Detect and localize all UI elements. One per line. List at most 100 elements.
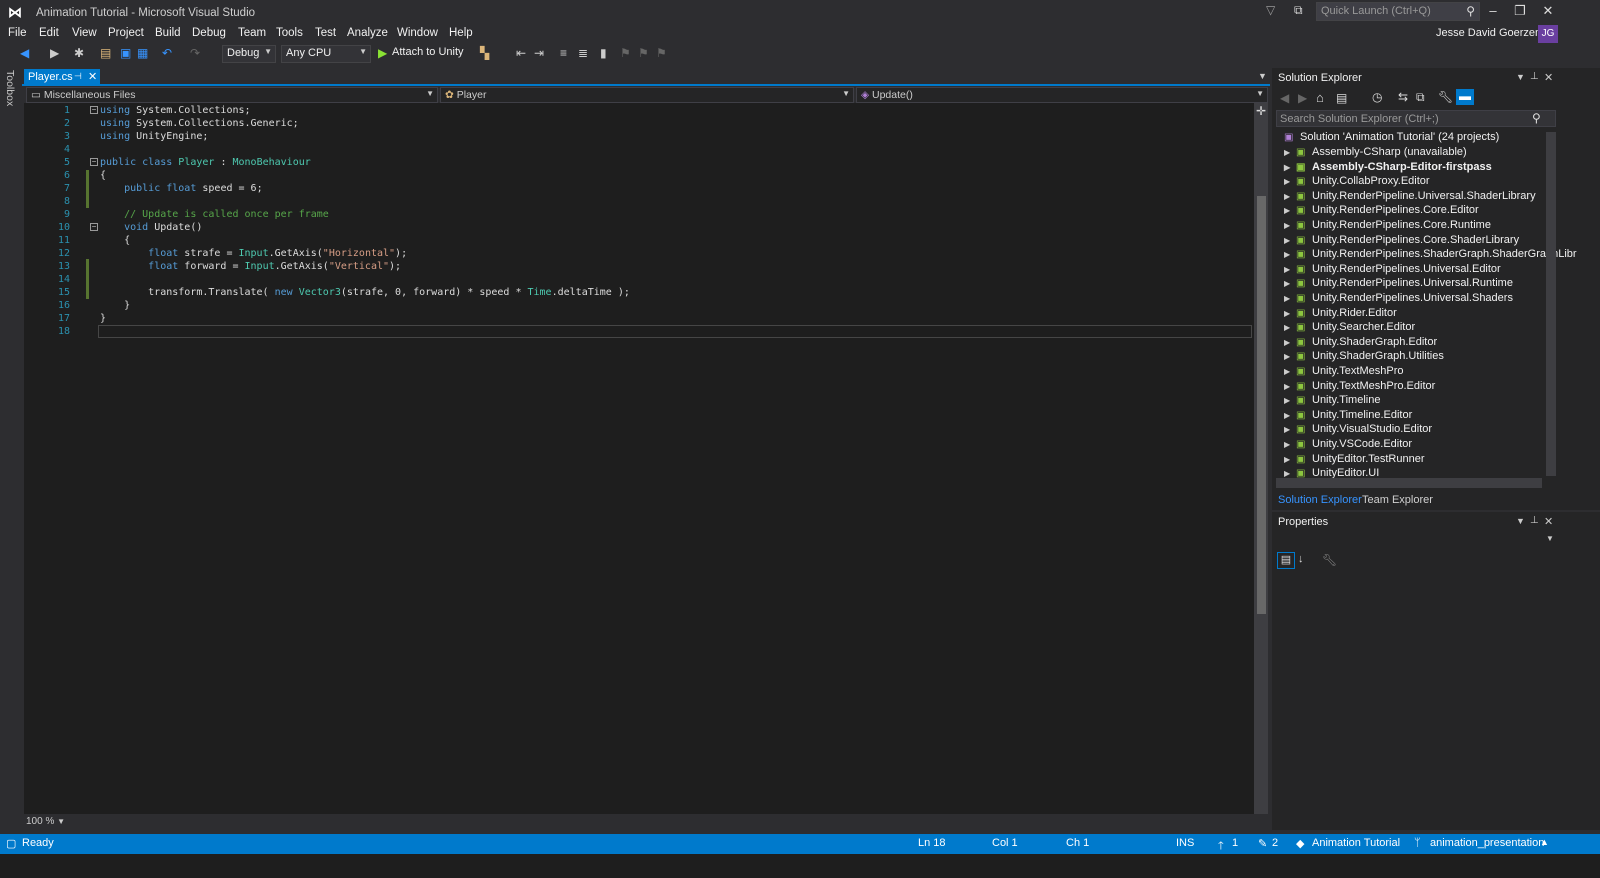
solution-explorer-horizontal-scrollbar[interactable] — [1276, 478, 1542, 488]
project-item[interactable]: ▶ ▣ Unity.Timeline — [1284, 394, 1380, 408]
expand-arrow-icon[interactable]: ▶ — [1284, 250, 1296, 259]
project-item[interactable]: ▶ ▣ Unity.TextMeshPro — [1284, 365, 1404, 379]
close-icon[interactable]: ✕ — [88, 70, 97, 83]
pending-changes-icon[interactable]: ◷ — [1372, 90, 1382, 104]
menu-project[interactable]: Project — [108, 27, 144, 39]
configuration-dropdown[interactable]: Debug ▼ — [222, 45, 276, 63]
split-editor-icon[interactable]: ✛ — [1256, 104, 1266, 118]
pencil-icon[interactable]: ✎ — [1258, 837, 1267, 850]
editor-horizontal-scrollbar[interactable] — [24, 814, 1270, 832]
status-branch[interactable]: animation_presentation — [1430, 837, 1544, 849]
menu-build[interactable]: Build — [155, 27, 181, 39]
forward-icon[interactable]: ▶ — [50, 46, 59, 60]
tab-overflow-icon[interactable]: ▼ — [1258, 71, 1267, 81]
expand-arrow-icon[interactable]: ▶ — [1284, 367, 1296, 376]
back-icon[interactable]: ◀ — [1280, 91, 1289, 105]
next-bookmark-icon[interactable]: ⚑ — [638, 46, 649, 60]
chevron-up-icon[interactable]: ▲ — [1540, 837, 1549, 847]
redo-icon[interactable]: ↷ — [190, 46, 200, 60]
project-dropdown[interactable]: ▭ Miscellaneous Files ▼ — [26, 87, 438, 103]
expand-arrow-icon[interactable]: ▶ — [1284, 192, 1296, 201]
sync-icon[interactable]: ⇆ — [1398, 90, 1408, 104]
panel-menu-icon[interactable]: ▼ — [1516, 72, 1525, 82]
project-item[interactable]: ▶ ▣ Assembly-CSharp-Editor-firstpass — [1284, 161, 1492, 175]
expand-arrow-icon[interactable]: ▶ — [1284, 425, 1296, 434]
project-item[interactable]: ▶ ▣ Unity.ShaderGraph.Utilities — [1284, 350, 1444, 364]
feedback-icon[interactable]: ⧉ — [1294, 3, 1303, 18]
search-icon[interactable]: ⚲ — [1532, 111, 1541, 125]
project-item[interactable]: ▶ ▣ Unity.Rider.Editor — [1284, 307, 1397, 321]
pin-icon[interactable]: ⊣ — [74, 71, 82, 82]
changes-count[interactable]: 2 — [1272, 837, 1278, 849]
toolbox-tab[interactable]: Toolbox — [4, 70, 16, 106]
project-item[interactable]: ▶ ▣ Unity.RenderPipelines.Core.ShaderLibra… — [1284, 234, 1519, 248]
save-icon[interactable]: ▣ — [120, 46, 131, 60]
solution-explorer-search[interactable]: Search Solution Explorer (Ctrl+;) — [1276, 110, 1556, 127]
fold-toggle[interactable]: − — [90, 158, 98, 166]
menu-test[interactable]: Test — [315, 27, 336, 39]
unpushed-count[interactable]: 1 — [1232, 837, 1238, 849]
menu-debug[interactable]: Debug — [192, 27, 226, 39]
expand-arrow-icon[interactable]: ▶ — [1284, 440, 1296, 449]
expand-arrow-icon[interactable]: ▶ — [1284, 236, 1296, 245]
menu-window[interactable]: Window — [397, 27, 438, 39]
categorized-icon[interactable]: ▤ — [1277, 552, 1295, 569]
project-item[interactable]: ▶ ▣ Unity.CollabProxy.Editor — [1284, 175, 1430, 189]
forward-icon[interactable]: ▶ — [1298, 91, 1307, 105]
expand-arrow-icon[interactable]: ▶ — [1284, 382, 1296, 391]
menu-help[interactable]: Help — [449, 27, 473, 39]
close-icon[interactable]: ✕ — [1544, 515, 1553, 528]
indent-icon[interactable]: ⇤ — [516, 46, 526, 60]
project-item[interactable]: ▶ ▣ Unity.RenderPipelines.Universal.Runtim… — [1284, 277, 1513, 291]
properties-wrench-icon[interactable]: 🔧︎ — [1438, 90, 1453, 104]
panel-menu-icon[interactable]: ▼ — [1516, 516, 1525, 526]
class-dropdown[interactable]: ✿ Player ▼ — [440, 87, 854, 103]
platform-dropdown[interactable]: Any CPU ▼ — [281, 45, 371, 63]
expand-arrow-icon[interactable]: ▶ — [1284, 265, 1296, 274]
expand-arrow-icon[interactable]: ▶ — [1284, 206, 1296, 215]
expand-arrow-icon[interactable]: ▶ — [1284, 323, 1296, 332]
expand-arrow-icon[interactable]: ▶ — [1284, 469, 1296, 478]
prev-bookmark-icon[interactable]: ⚑ — [620, 46, 631, 60]
menu-view[interactable]: View — [72, 27, 97, 39]
member-dropdown[interactable]: ◈ Update() ▼ — [856, 87, 1268, 103]
solution-root[interactable]: ▣ Solution 'Animation Tutorial' (24 proje… — [1284, 131, 1499, 145]
fold-toggle[interactable]: − — [90, 223, 98, 231]
branch-icon[interactable]: ᛘ — [1414, 837, 1421, 849]
project-item[interactable]: ▶ ▣ Unity.ShaderGraph.Editor — [1284, 336, 1437, 350]
pin-icon[interactable]: ⊥ — [1530, 515, 1539, 526]
preview-selected-icon[interactable]: ▬ — [1456, 89, 1474, 105]
comment-icon[interactable]: ≡ — [560, 46, 567, 60]
restore-button[interactable]: ❐ — [1509, 3, 1531, 21]
tab-player-cs[interactable]: Player.cs ⊣ ✕ — [24, 69, 100, 86]
project-item[interactable]: ▶ ▣ Unity.TextMeshPro.Editor — [1284, 380, 1435, 394]
collapse-all-icon[interactable]: ⧉ — [1416, 90, 1425, 105]
new-project-icon[interactable]: ✱ — [74, 46, 84, 60]
expand-arrow-icon[interactable]: ▶ — [1284, 455, 1296, 464]
user-name[interactable]: Jesse David Goerzen — [1436, 27, 1541, 39]
menu-analyze[interactable]: Analyze — [347, 27, 388, 39]
expand-arrow-icon[interactable]: ▶ — [1284, 148, 1296, 157]
project-item[interactable]: ▶ ▣ Unity.RenderPipelines.Core.Editor — [1284, 204, 1479, 218]
property-pages-icon[interactable]: 🔧︎ — [1322, 553, 1337, 567]
expand-arrow-icon[interactable]: ▶ — [1284, 177, 1296, 186]
project-item[interactable]: ▶ ▣ Unity.RenderPipelines.Universal.Editor — [1284, 263, 1501, 277]
bookmark-icon[interactable]: ▮ — [600, 46, 607, 60]
switch-views-icon[interactable]: ▤ — [1336, 91, 1347, 105]
chevron-down-icon[interactable]: ▼ — [1546, 534, 1554, 543]
browse-icon[interactable]: ▚ — [480, 46, 489, 60]
play-icon[interactable]: ▶ — [378, 46, 387, 60]
close-window-button[interactable]: ✕ — [1537, 3, 1559, 21]
expand-arrow-icon[interactable]: ▶ — [1284, 163, 1296, 172]
status-project[interactable]: Animation Tutorial — [1312, 837, 1400, 849]
outdent-icon[interactable]: ⇥ — [534, 46, 544, 60]
attach-to-unity-button[interactable]: Attach to Unity — [392, 46, 464, 58]
menu-file[interactable]: File — [8, 27, 27, 39]
project-item[interactable]: ▶ ▣ Unity.RenderPipelines.Universal.Shader… — [1284, 292, 1513, 306]
project-item[interactable]: ▶ ▣ Unity.Timeline.Editor — [1284, 409, 1412, 423]
expand-arrow-icon[interactable]: ▶ — [1284, 309, 1296, 318]
close-icon[interactable]: ✕ — [1544, 71, 1553, 84]
uncomment-icon[interactable]: ≣ — [578, 46, 588, 60]
expand-arrow-icon[interactable]: ▶ — [1284, 352, 1296, 361]
menu-team[interactable]: Team — [238, 27, 266, 39]
